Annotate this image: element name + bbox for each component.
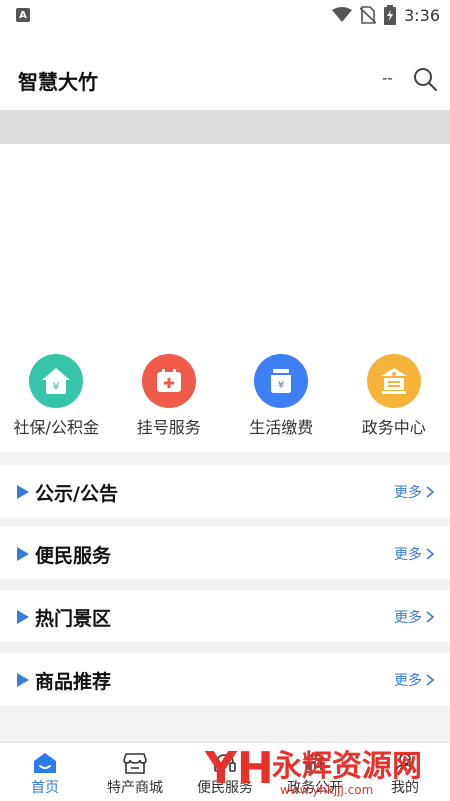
section-convenience-services[interactable]: 便民服务 更多: [0, 527, 450, 579]
nav-label: 特产商城: [90, 777, 180, 797]
more-label: 更多: [394, 482, 422, 502]
banner-area[interactable]: [0, 144, 450, 344]
more-label: 更多: [394, 544, 422, 564]
section-title: 商品推荐: [35, 667, 111, 694]
nav-item-services[interactable]: 便民服务: [180, 743, 270, 801]
nav-label: 政务公开: [270, 777, 360, 797]
page-title: 智慧大竹: [18, 66, 98, 95]
more-link[interactable]: 更多: [394, 544, 434, 564]
notification-a-icon: A: [16, 8, 30, 22]
search-icon[interactable]: [412, 66, 438, 92]
nav-label: 我的: [360, 777, 450, 797]
banner-loading-strip: [0, 110, 450, 144]
social-security-house-icon: ¥: [29, 354, 83, 408]
nav-item-profile[interactable]: 我的: [360, 743, 450, 801]
store-icon: [123, 751, 147, 775]
section-title: 公示/公告: [35, 479, 118, 506]
quick-item-label: 政务中心: [338, 414, 450, 438]
triangle-right-icon: [16, 673, 30, 687]
home-icon: [33, 751, 57, 775]
bottom-nav: 首页 特产商城 便民服务 政务公开 我的: [0, 742, 450, 801]
status-bar: A 3:36: [0, 0, 450, 32]
triangle-right-icon: [16, 485, 30, 499]
more-label: 更多: [394, 670, 422, 690]
status-icons: 3:36: [332, 5, 440, 25]
section-title: 便民服务: [35, 541, 111, 568]
nav-label: 首页: [0, 777, 90, 797]
chevron-right-icon: [426, 548, 434, 560]
chevron-right-icon: [426, 674, 434, 686]
quick-item-label: 挂号服务: [113, 414, 226, 438]
header-dash-text: --: [382, 69, 393, 87]
more-link[interactable]: 更多: [394, 482, 434, 502]
section-popular-attractions[interactable]: 热门景区 更多: [0, 590, 450, 642]
quick-item-government-center[interactable]: 政务中心: [338, 344, 450, 452]
nav-item-store[interactable]: 特产商城: [90, 743, 180, 801]
battery-charging-icon: [384, 5, 396, 25]
chevron-right-icon: [426, 486, 434, 498]
more-label: 更多: [394, 607, 422, 627]
more-link[interactable]: 更多: [394, 607, 434, 627]
quick-item-social-security[interactable]: ¥ 社保/公积金: [0, 344, 113, 452]
chevron-right-icon: [426, 611, 434, 623]
government-building-icon: [367, 354, 421, 408]
nav-item-home[interactable]: 首页: [0, 743, 90, 801]
quick-item-label: 生活缴费: [225, 414, 338, 438]
nav-label: 便民服务: [180, 777, 270, 797]
quick-item-label: 社保/公积金: [0, 414, 113, 438]
more-link[interactable]: 更多: [394, 670, 434, 690]
app-header: 智慧大竹 --: [0, 32, 450, 110]
section-recommended-products[interactable]: 商品推荐 更多: [0, 653, 450, 705]
wifi-icon: [332, 7, 352, 23]
triangle-right-icon: [16, 610, 30, 624]
section-title: 热门景区: [35, 604, 111, 631]
svg-text:¥: ¥: [278, 380, 284, 391]
quick-item-bill-payment[interactable]: ¥ 生活缴费: [225, 344, 338, 452]
service-icon: [213, 751, 237, 775]
government-icon: [303, 751, 327, 775]
svg-text:¥: ¥: [53, 380, 60, 393]
triangle-right-icon: [16, 547, 30, 561]
no-sim-icon: [360, 6, 376, 24]
status-time: 3:36: [404, 6, 440, 25]
medical-registration-icon: [142, 354, 196, 408]
profile-icon: [393, 751, 417, 775]
quick-item-registration[interactable]: 挂号服务: [113, 344, 226, 452]
quick-access-grid: ¥ 社保/公积金 挂号服务 ¥ 生活缴费: [0, 344, 450, 452]
section-announcements[interactable]: 公示/公告 更多: [0, 465, 450, 517]
nav-item-government[interactable]: 政务公开: [270, 743, 360, 801]
bill-payment-jar-icon: ¥: [254, 354, 308, 408]
